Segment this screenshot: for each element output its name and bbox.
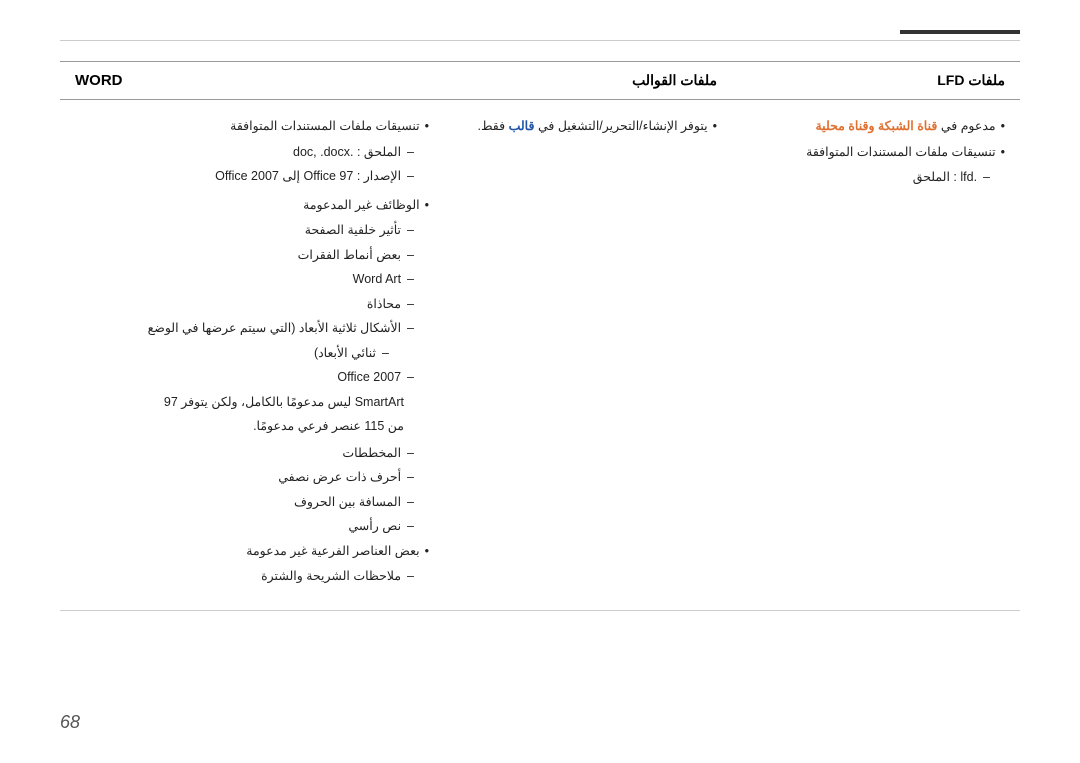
word-smartart: SmartArt ليس مدعومًا بالكامل، ولكن يتوفر… xyxy=(75,391,429,414)
templates-column-cell: يتوفر الإنشاء/التحرير/التشغيل في قالب فق… xyxy=(444,100,732,611)
word-sub-charts: المخططات xyxy=(75,442,429,465)
lfd-column-cell: مدعوم في قناة الشبكة وقناة محلية تنسيقات… xyxy=(732,100,1020,611)
word-bullet-3: بعض العناصر الفرعية غير مدعومة xyxy=(75,540,429,563)
word-sub-page-bg: تأثير خلفية الصفحة xyxy=(75,219,429,242)
main-table: WORD ملفات القوالب ملفات LFD تنسيقات ملف… xyxy=(60,61,1020,611)
page-container: WORD ملفات القوالب ملفات LFD تنسيقات ملف… xyxy=(0,0,1080,763)
word-column-cell: تنسيقات ملفات المستندات المتوافقة الملحق… xyxy=(60,100,444,611)
word-sub-3d-value: ثنائي الأبعاد) xyxy=(75,342,429,365)
templates-colored-text: قالب xyxy=(509,119,535,133)
header-templates: ملفات القوالب xyxy=(444,62,732,100)
lfd-colored-text: قناة الشبكة وقناة محلية xyxy=(815,119,937,133)
word-sub-vertical: نص رأسي xyxy=(75,515,429,538)
word-sub-3d: الأشكال ثلاثية الأبعاد (التي سيتم عرضها … xyxy=(75,317,429,340)
word-sub-wordart: Word Art xyxy=(75,268,429,291)
word-sub-footnotes: ملاحظات الشريحة والشترة xyxy=(75,565,429,588)
top-right-bar xyxy=(900,30,1020,34)
page-number: 68 xyxy=(60,712,80,733)
lfd-sub-extension: .lfd : الملحق xyxy=(747,166,1005,189)
header-lfd: ملفات LFD xyxy=(732,62,1020,100)
word-sub-version: الإصدار : Office 97 إلى Office 2007 xyxy=(75,165,429,188)
word-bullet-1: تنسيقات ملفات المستندات المتوافقة xyxy=(75,115,429,138)
templates-bullet-1: يتوفر الإنشاء/التحرير/التشغيل في قالب فق… xyxy=(459,115,717,138)
word-bullet-2: الوظائف غير المدعومة xyxy=(75,194,429,217)
word-sub-protection: محاذاة xyxy=(75,293,429,316)
word-sub-char-spacing: المسافة بين الحروف xyxy=(75,491,429,514)
word-sub-office: Office 2007 xyxy=(75,366,429,389)
word-sub-extension: الملحق : .doc, .docx xyxy=(75,141,429,164)
top-line xyxy=(60,40,1020,41)
header-word: WORD xyxy=(60,62,444,100)
lfd-bullet-1: مدعوم في قناة الشبكة وقناة محلية xyxy=(747,115,1005,138)
word-sub-half-chars: أحرف ذات عرض نصفي xyxy=(75,466,429,489)
word-sub-para: بعض أنماط الفقرات xyxy=(75,244,429,267)
word-smartart2: من 115 عنصر فرعي مدعومًا. xyxy=(75,415,429,438)
lfd-bullet-2: تنسيقات ملفات المستندات المتوافقة xyxy=(747,141,1005,164)
